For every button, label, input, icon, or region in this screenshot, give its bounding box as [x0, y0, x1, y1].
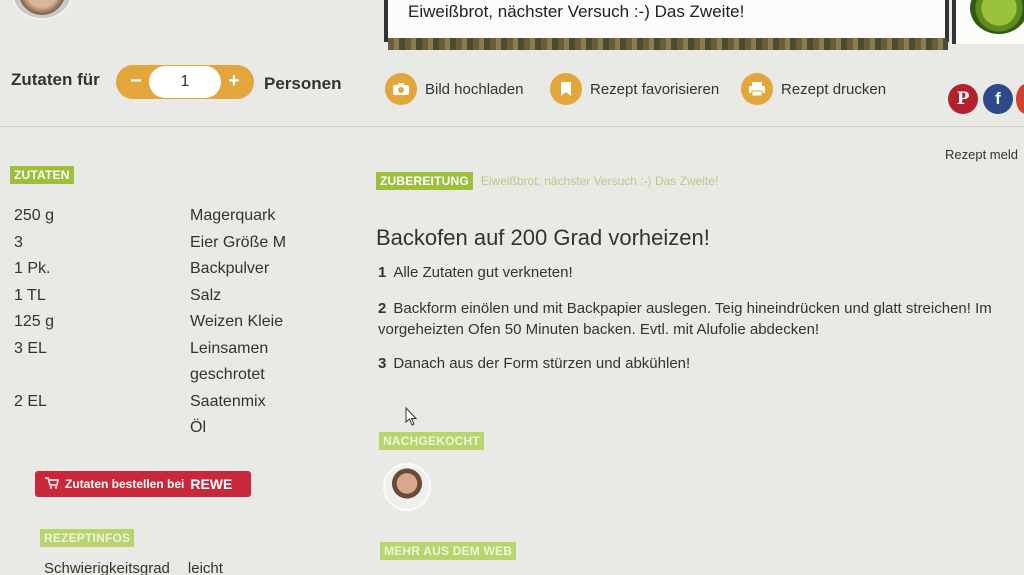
facebook-share-icon[interactable]: f [983, 84, 1013, 114]
decor-panel [952, 0, 1024, 44]
ingredient-name: Eier Größe M [190, 233, 287, 251]
order-ingredients-label: Zutaten bestellen bei [65, 477, 185, 491]
ingredient-amount: 3 [14, 233, 23, 251]
report-recipe-link[interactable]: Rezept meld [945, 147, 1018, 162]
step-2: 2 Backform einölen und mit Backpapier aus… [378, 298, 998, 340]
ingredient-row: 1 Pk. Backpulver [14, 256, 340, 283]
recipe-photo-edge [388, 38, 948, 50]
recipe-title-banner: Eiweißbrot, nächster Versuch :-) Das Zwe… [384, 0, 949, 42]
more-from-web-tag: MEHR AUS DEM WEB [380, 542, 517, 560]
print-recipe-label: Rezept drucken [781, 80, 887, 98]
step-3: 3 Danach aus der Form stürzen und abkühle… [378, 353, 998, 374]
ingredient-name: geschrotet [190, 366, 265, 383]
step-1: 1 Alle Zutaten gut verkneten! [378, 262, 998, 283]
favorite-recipe-button[interactable]: Rezept favorisieren [550, 72, 719, 106]
ingredient-amount: 2 EL [14, 392, 47, 410]
bookmark-icon [550, 73, 582, 105]
ingredients-tag: ZUTATEN [10, 166, 74, 184]
print-recipe-button[interactable]: Rezept drucken [741, 72, 886, 106]
mouse-cursor-icon [405, 406, 419, 432]
recipe-title: Eiweißbrot, nächster Versuch :-) Das Zwe… [408, 2, 745, 21]
ingredient-amount [14, 362, 190, 389]
ingredient-amount: 3 EL [14, 339, 47, 357]
step-number: 3 [378, 355, 387, 372]
ingredient-amount: 1 Pk. [14, 260, 51, 277]
ingredient-row: 2 EL Saatenmix [14, 389, 340, 416]
increase-servings-button[interactable]: + [217, 65, 251, 99]
recipe-info-tag: REZEPTINFOS [40, 529, 135, 547]
ingredient-row: 250 g Magerquark [14, 203, 340, 230]
printer-icon [741, 73, 773, 105]
share-more-icon[interactable] [1016, 84, 1024, 114]
difficulty-row: Schwierigkeitsgrad leicht [44, 560, 223, 575]
servings-value[interactable]: 1 [149, 66, 221, 98]
step-number: 2 [378, 300, 387, 317]
ingredient-amount: 1 TL [14, 286, 46, 304]
ingredient-row: 3 Eier Größe M [14, 230, 340, 257]
cooked-user-avatar[interactable] [383, 463, 431, 511]
ingredient-name: Öl [190, 419, 206, 436]
upload-image-button[interactable]: Bild hochladen [385, 72, 523, 106]
order-ingredients-button[interactable]: Zutaten bestellen bei REWE [35, 471, 251, 497]
preparation-header: ZUBEREITUNG Eiweißbrot, nächster Versuch… [376, 172, 718, 190]
ingredient-row: 3 EL Leinsamen [14, 336, 340, 363]
section-divider [0, 126, 1024, 127]
ingredient-amount: 125 g [14, 313, 55, 330]
ingredient-name: Salz [190, 286, 222, 304]
ingredient-name: Saatenmix [190, 392, 266, 410]
ingredient-row: geschrotet [14, 362, 340, 389]
ingredient-name: Magerquark [190, 207, 276, 224]
preparation-subtitle: Eiweißbrot, nächster Versuch :-) Das Zwe… [480, 174, 719, 188]
upload-image-label: Bild hochladen [425, 80, 524, 98]
favorite-recipe-label: Rezept favorisieren [590, 80, 720, 98]
servings-label: Zutaten für [11, 70, 100, 89]
user-avatar[interactable] [12, 0, 72, 20]
preparation-heading: Backofen auf 200 Grad vorheizen! [376, 225, 710, 250]
decrease-servings-button[interactable]: − [119, 65, 153, 99]
persons-label: Personen [264, 74, 342, 93]
cart-icon [45, 476, 59, 492]
ingredient-row: Öl [14, 415, 340, 442]
ingredient-name: Backpulver [190, 260, 270, 277]
difficulty-label: Schwierigkeitsgrad [44, 560, 170, 575]
ingredient-name: Leinsamen [190, 339, 269, 357]
pinterest-share-icon[interactable]: P [948, 84, 978, 114]
difficulty-value: leicht [187, 560, 223, 575]
step-number: 1 [378, 264, 387, 281]
preparation-tag: ZUBEREITUNG [376, 172, 473, 190]
ingredient-amount: 250 g [14, 207, 55, 224]
step-text: Backform einölen und mit Backpapier ausl… [378, 300, 992, 338]
ingredient-amount [14, 415, 190, 442]
step-text: Alle Zutaten gut verkneten! [393, 264, 573, 281]
rewe-logo-text: REWE [190, 476, 233, 492]
food-photo-thumb [970, 0, 1024, 34]
ingredient-row: 1 TL Salz [14, 283, 340, 310]
servings-stepper[interactable]: − 1 + [116, 65, 254, 99]
ingredients-list: 250 g Magerquark 3 Eier Größe M 1 Pk. Backpul… [14, 203, 340, 442]
cooked-tag: NACHGEKOCHT [379, 432, 484, 450]
camera-icon [385, 73, 417, 105]
ingredient-name: Weizen Kleie [190, 313, 284, 330]
ingredient-row: 125 g Weizen Kleie [14, 309, 340, 336]
step-text: Danach aus der Form stürzen und abkühlen… [393, 355, 691, 372]
